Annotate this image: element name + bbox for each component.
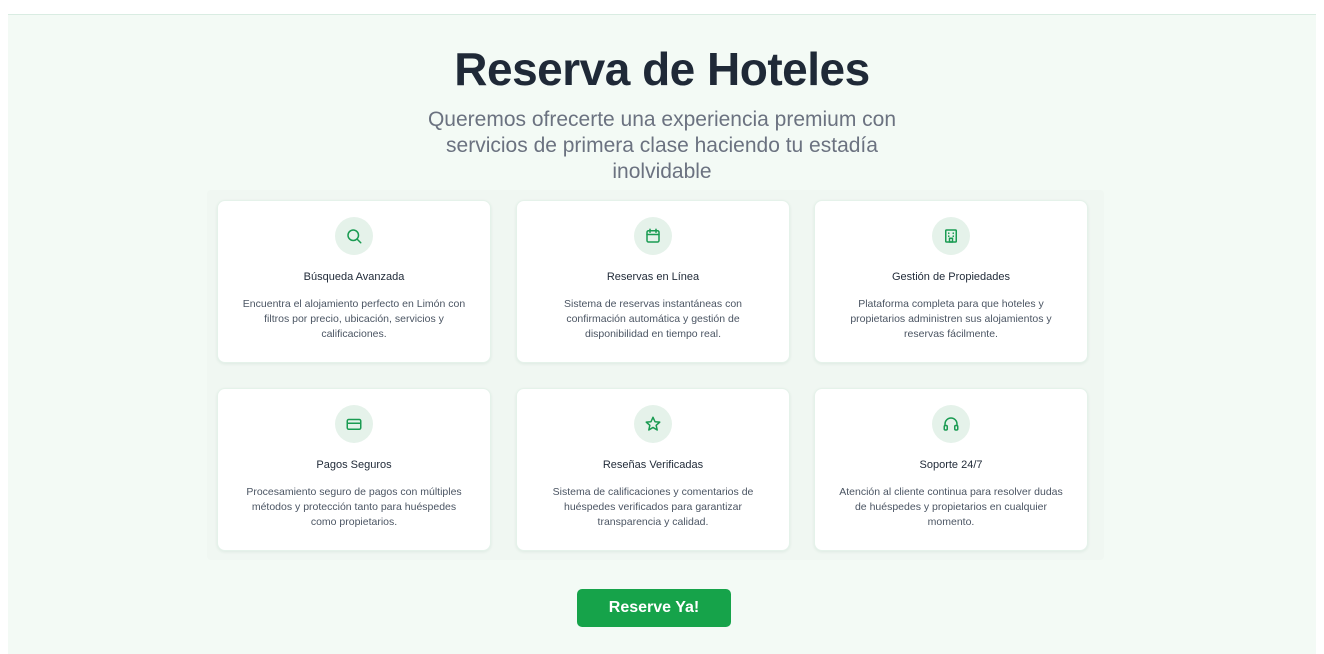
feature-title: Reservas en Línea — [606, 271, 700, 283]
hero: Reserva de Hoteles Queremos ofrecerte un… — [8, 43, 1316, 185]
search-icon — [335, 217, 373, 255]
feature-card-payments: Pagos Seguros Procesamiento seguro de pa… — [217, 388, 491, 551]
calendar-icon — [634, 217, 672, 255]
feature-description: Plataforma completa para que hoteles y p… — [850, 298, 1052, 340]
feature-card-properties: Gestión de Propiedades Plataforma comple… — [814, 200, 1088, 363]
feature-title: Pagos Seguros — [316, 459, 392, 471]
feature-description: Procesamiento seguro de pagos con múltip… — [246, 486, 462, 528]
feature-description: Atención al cliente continua para resolv… — [839, 486, 1063, 528]
feature-title: Soporte 24/7 — [919, 459, 983, 471]
feature-description: Encuentra el alojamiento perfecto en Lim… — [242, 298, 466, 340]
feature-title: Reseñas Verificadas — [602, 459, 704, 471]
feature-description: Sistema de calificaciones y comentarios … — [552, 486, 754, 528]
feature-title: Gestión de Propiedades — [891, 271, 1011, 283]
feature-card-search: Búsqueda Avanzada Encuentra el alojamien… — [217, 200, 491, 363]
feature-description: Sistema de reservas instantáneas con con… — [563, 298, 742, 340]
page-title: Reserva de Hoteles — [454, 43, 870, 95]
building-icon — [932, 217, 970, 255]
credit-card-icon — [335, 405, 373, 443]
features-grid: Búsqueda Avanzada Encuentra el alojamien… — [207, 190, 1104, 560]
headphones-icon — [932, 405, 970, 443]
star-icon — [634, 405, 672, 443]
feature-card-support: Soporte 24/7 Atención al cliente continu… — [814, 388, 1088, 551]
reserve-now-button[interactable]: Reserve Ya! — [577, 589, 731, 627]
feature-card-reviews: Reseñas Verificadas Sistema de calificac… — [516, 388, 790, 551]
feature-card-bookings: Reservas en Línea Sistema de reservas in… — [516, 200, 790, 363]
page-subtitle: Queremos ofrecerte una experiencia premi… — [427, 108, 897, 183]
feature-title: Búsqueda Avanzada — [303, 271, 405, 283]
